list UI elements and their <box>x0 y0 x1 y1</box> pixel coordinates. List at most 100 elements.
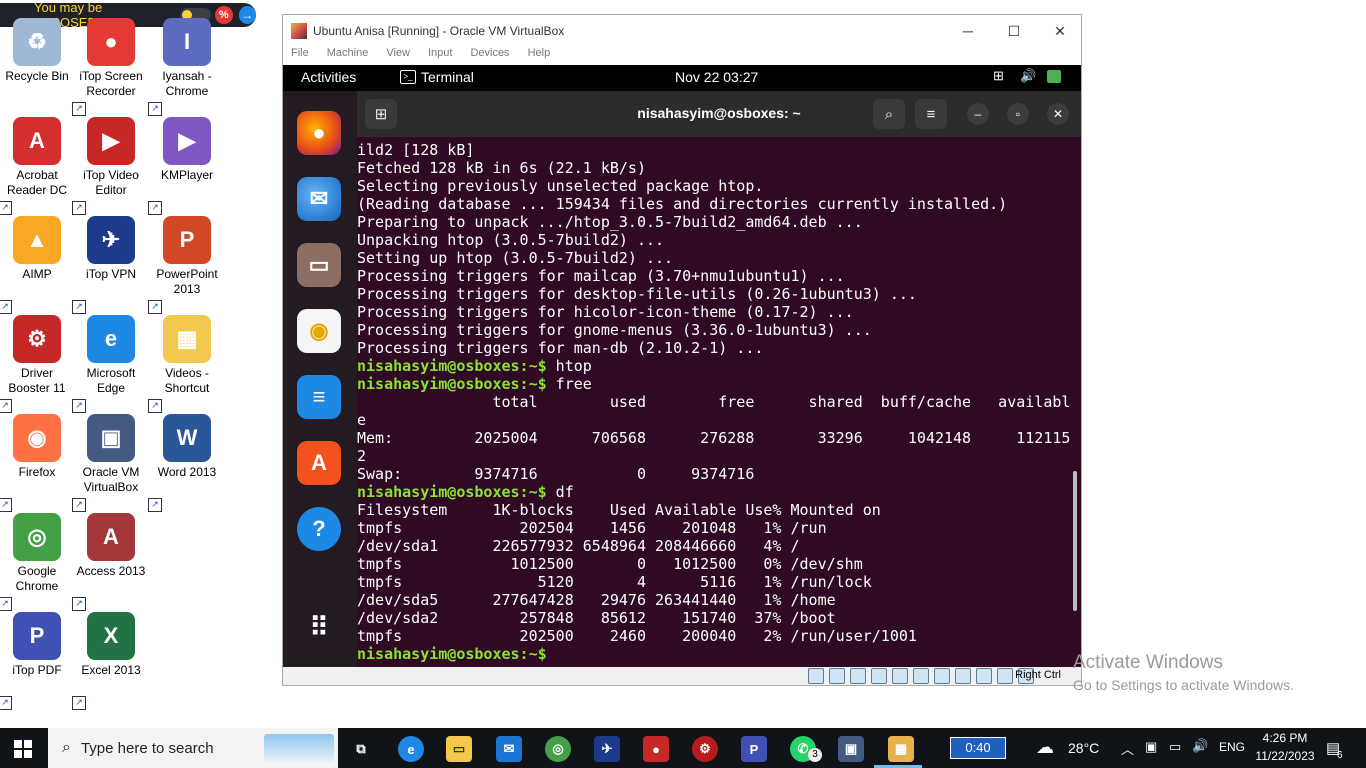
writer-dock-icon[interactable]: ≡ <box>297 375 341 419</box>
show-apps-icon[interactable]: ⠿ <box>297 605 341 649</box>
minimize-icon[interactable]: – <box>967 103 989 125</box>
virtualbox-taskbar-icon[interactable]: ▣ <box>838 736 864 762</box>
menu-devices[interactable]: Devices <box>470 47 509 65</box>
network-icon[interactable]: ⊞ <box>993 68 1004 84</box>
pdf-taskbar-icon[interactable]: P <box>741 736 767 762</box>
aimp-icon: ▲ <box>13 216 61 264</box>
recording-icon[interactable] <box>955 668 971 684</box>
close-icon[interactable]: ✕ <box>1047 103 1069 125</box>
menu-view[interactable]: View <box>386 47 410 65</box>
screen-recorder-taskbar-icon[interactable]: ● <box>643 736 669 762</box>
desktop-shortcut[interactable]: ▶ ↗ KMPlayer <box>148 117 224 215</box>
virtualbox-titlebar[interactable]: Ubuntu Anisa [Running] - Oracle VM Virtu… <box>283 15 1081 47</box>
guest-screen[interactable]: Activities >_ Terminal Nov 22 03:27 ⊞ 🔊 … <box>283 65 1081 679</box>
optical-drive-icon[interactable] <box>829 668 845 684</box>
desktop-shortcut-label: iTop VPN <box>85 267 137 281</box>
desktop-shortcut[interactable]: W ↗ Word 2013 <box>148 414 224 512</box>
mail-icon[interactable]: ✉ <box>496 736 522 762</box>
volume-icon[interactable]: 🔊 <box>1020 68 1036 84</box>
help-dock-icon[interactable]: ? <box>297 507 341 551</box>
desktop-shortcut[interactable]: e ↗ Microsoft Edge <box>72 315 148 413</box>
task-view-icon[interactable]: ⧉ <box>348 736 374 762</box>
chevron-up-icon[interactable]: ︿ <box>1121 739 1134 758</box>
usb-icon[interactable] <box>892 668 908 684</box>
desktop-shortcut[interactable]: A ↗ Acrobat Reader DC <box>0 117 74 215</box>
shell-prompt: nisahasyim@osboxes:~$ <box>357 357 547 375</box>
shortcut-arrow-icon: ↗ <box>72 696 86 710</box>
desktop-shortcut[interactable]: P ↗ PowerPoint 2013 <box>148 216 224 314</box>
vpn-taskbar-icon[interactable]: ✈ <box>594 736 620 762</box>
battery-icon[interactable]: ▭ <box>1169 739 1181 755</box>
globe-icon[interactable] <box>997 668 1013 684</box>
timer-widget[interactable]: 0:40 <box>950 737 1006 759</box>
maximize-icon[interactable]: ☐ <box>991 19 1037 43</box>
driver-booster-taskbar-icon[interactable]: ⚙ <box>692 736 718 762</box>
terminal-text: tmpfs 202504 1456 201048 1% /run <box>357 519 827 537</box>
menu-machine[interactable]: Machine <box>327 47 369 65</box>
desktop-shortcut[interactable]: ● ↗ iTop Screen Recorder <box>72 18 148 116</box>
battery-icon[interactable] <box>1047 70 1061 83</box>
desktop-shortcut[interactable]: ▣ ↗ Oracle VM VirtualBox <box>72 414 148 512</box>
close-icon[interactable]: ✕ <box>1037 19 1083 43</box>
shared-folders-icon[interactable] <box>913 668 929 684</box>
terminal-output[interactable]: ild2 [128 kB] Fetched 128 kB in 6s (22.1 … <box>357 141 1081 679</box>
clock-time[interactable]: 4:26 PM <box>1250 731 1320 745</box>
desktop-shortcut[interactable]: P ↗ iTop PDF <box>0 612 74 710</box>
clock-date[interactable]: 11/22/2023 <box>1250 749 1320 763</box>
shortcut-arrow-icon: ↗ <box>72 102 86 116</box>
taskbar-search[interactable]: ⌕ Type here to search <box>48 728 338 768</box>
terminal-text: (Reading database ... 159434 files and d… <box>357 195 1008 213</box>
search-icon[interactable]: ⌕ <box>873 99 905 129</box>
vpn-icon: ✈ <box>87 216 135 264</box>
desktop-shortcut[interactable]: X ↗ Excel 2013 <box>72 612 148 710</box>
edge-taskbar-icon[interactable]: e <box>398 736 424 762</box>
restore-icon[interactable]: ▫ <box>1007 103 1029 125</box>
cpu-icon[interactable] <box>976 668 992 684</box>
app-center-dock-icon[interactable]: A <box>297 441 341 485</box>
terminal-text: Filesystem 1K-blocks Used Available Use%… <box>357 501 881 519</box>
ubuntu-vm-taskbar-icon[interactable]: ▦ <box>888 736 914 762</box>
terminal-scrollbar[interactable] <box>1073 471 1077 611</box>
desktop-shortcut[interactable]: ◎ ↗ Google Chrome <box>0 513 74 611</box>
weather-icon[interactable]: ☁ <box>1036 737 1054 758</box>
thunderbird-dock-icon[interactable]: ✉ <box>297 177 341 221</box>
windows-start-icon[interactable] <box>14 740 32 758</box>
clock[interactable]: Nov 22 03:27 <box>675 69 758 85</box>
arrow-right-icon[interactable]: → <box>238 6 256 24</box>
hamburger-menu-icon[interactable]: ≡ <box>915 99 947 129</box>
camera-icon[interactable]: ▣ <box>1145 739 1157 755</box>
hard-disk-icon[interactable] <box>808 668 824 684</box>
desktop-shortcut[interactable]: ♻ Recycle Bin <box>0 18 74 114</box>
desktop-shortcut[interactable]: ▲ ↗ AIMP <box>0 216 74 314</box>
files-dock-icon[interactable]: ▭ <box>297 243 341 287</box>
speaker-icon[interactable]: 🔊 <box>1192 738 1208 754</box>
terminal-output-line: Processing triggers for mailcap (3.70+nm… <box>357 267 1081 285</box>
firefox-dock-icon[interactable]: ● <box>297 111 341 155</box>
weather-temp[interactable]: 28°C <box>1068 740 1099 756</box>
display-icon[interactable] <box>934 668 950 684</box>
chrome-taskbar-icon[interactable]: ◎ <box>545 736 571 762</box>
audio-icon[interactable] <box>850 668 866 684</box>
desktop-shortcut[interactable]: ▦ ↗ Videos - Shortcut <box>148 315 224 413</box>
app-menu-terminal[interactable]: Terminal <box>421 69 474 85</box>
minimize-icon[interactable]: ─ <box>945 19 991 43</box>
desktop-shortcut[interactable]: ◉ ↗ Firefox <box>0 414 74 512</box>
desktop-shortcut[interactable]: ▶ ↗ iTop Video Editor <box>72 117 148 215</box>
menu-help[interactable]: Help <box>528 47 551 65</box>
network-adapter-icon[interactable] <box>871 668 887 684</box>
terminal-output-line: Processing triggers for hicolor-icon-the… <box>357 303 1081 321</box>
desktop-shortcut[interactable]: A ↗ Access 2013 <box>72 513 148 611</box>
terminal-window[interactable]: ⊞ nisahasyim@osboxes: ~ ⌕ ≡ – ▫ ✕ ild2 [… <box>357 91 1081 679</box>
menu-file[interactable]: File <box>291 47 309 65</box>
language-indicator[interactable]: ENG <box>1219 740 1245 754</box>
terminal-output-line: /dev/sda5 277647428 29476 263441440 1% /… <box>357 591 1081 609</box>
terminal-prompt-line: nisahasyim@osboxes:~$ <box>357 645 1081 663</box>
activities-button[interactable]: Activities <box>301 69 356 85</box>
file-explorer-icon[interactable]: ▭ <box>446 736 472 762</box>
desktop-shortcut[interactable]: ✈ ↗ iTop VPN <box>72 216 148 314</box>
virtualbox-app-icon <box>291 23 307 39</box>
rhythmbox-dock-icon[interactable]: ◉ <box>297 309 341 353</box>
desktop-shortcut[interactable]: ⚙ ↗ Driver Booster 11 <box>0 315 74 413</box>
menu-input[interactable]: Input <box>428 47 452 65</box>
desktop-shortcut[interactable]: I ↗ Iyansah - Chrome <box>148 18 224 116</box>
